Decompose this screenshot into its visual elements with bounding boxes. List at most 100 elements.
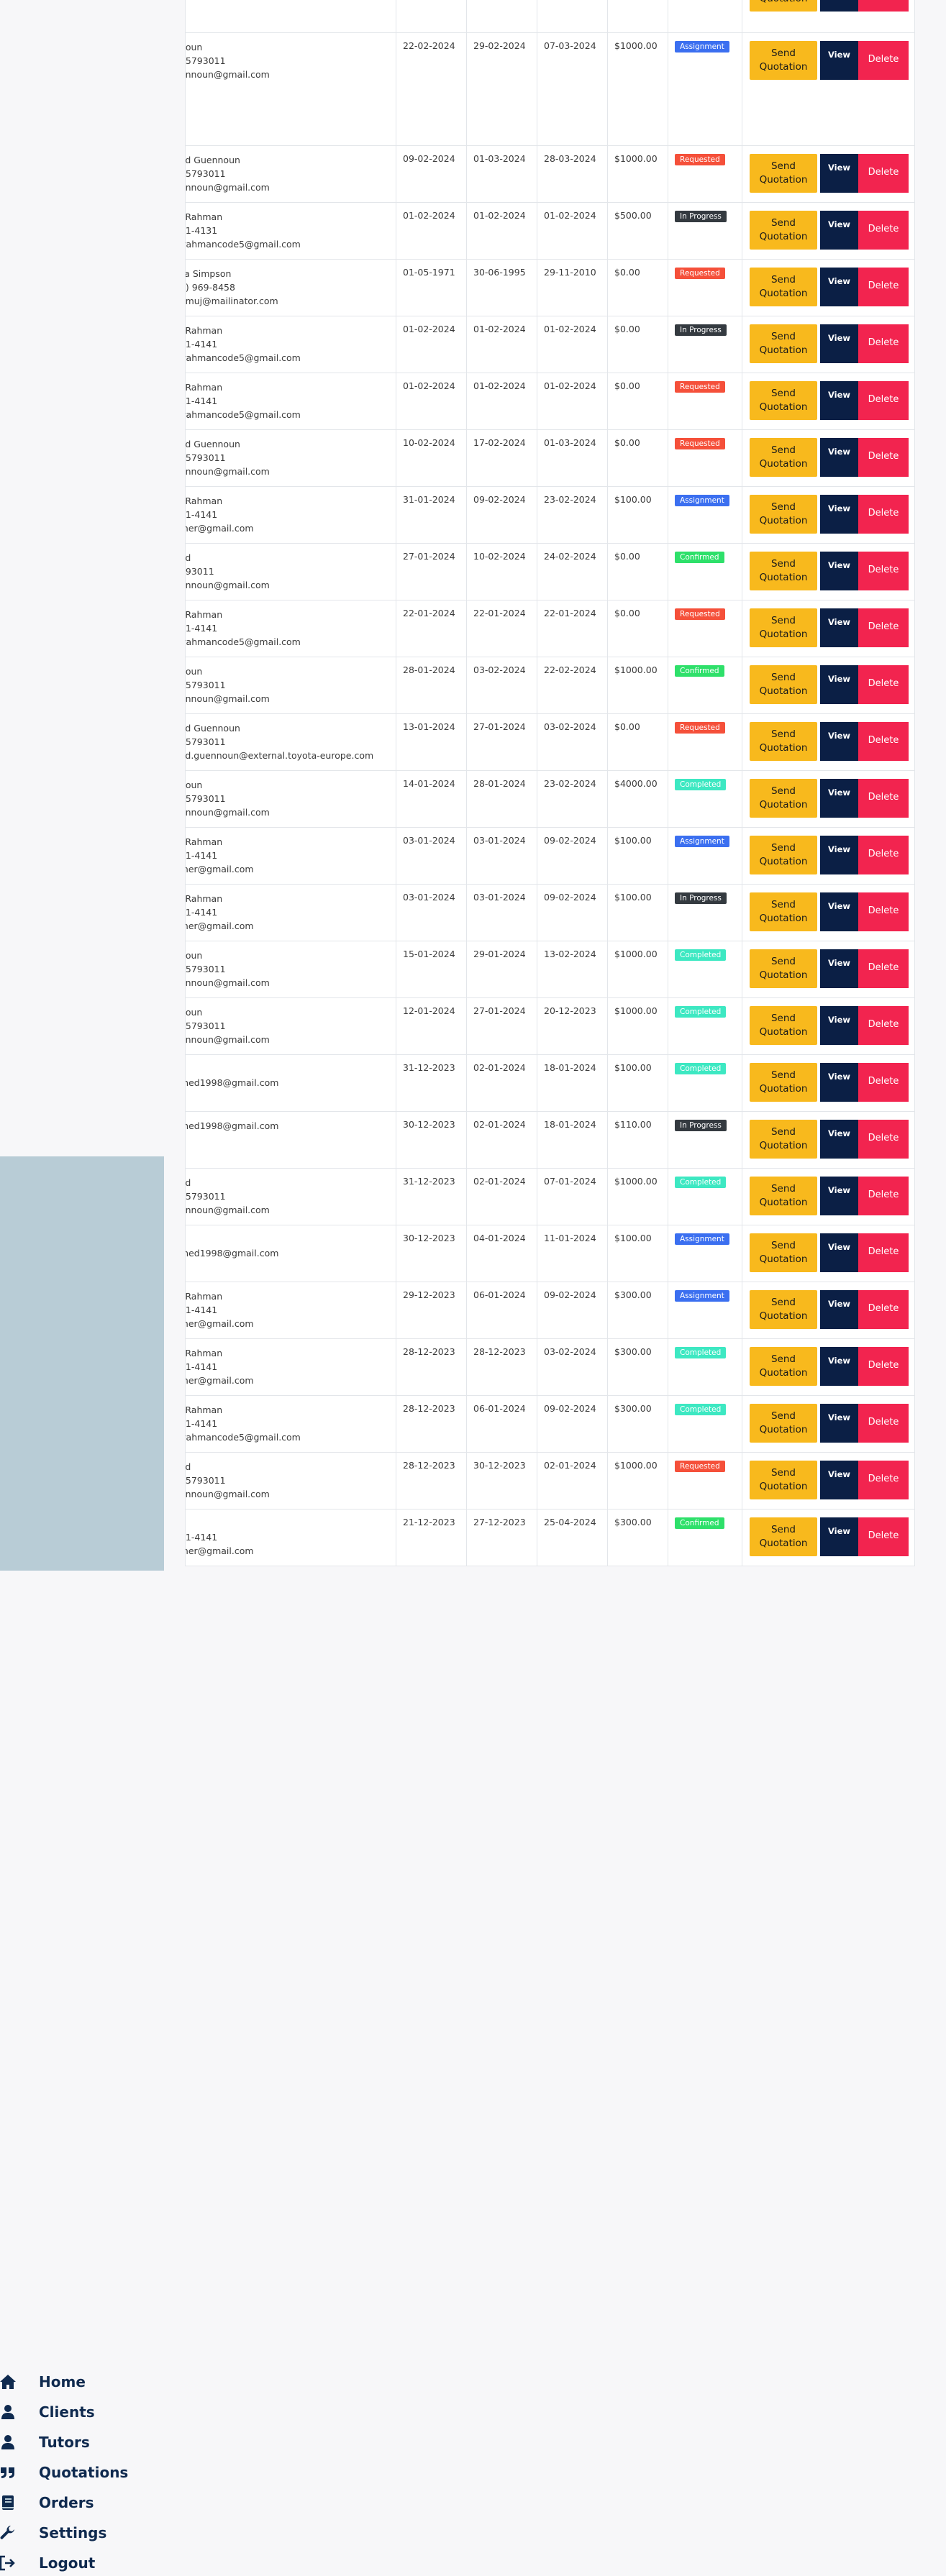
price-cell: $0.00	[607, 713, 668, 771]
delete-button[interactable]: Delete	[858, 41, 909, 80]
delete-button[interactable]: Delete	[858, 268, 909, 306]
send-quotation-button[interactable]: Send Quotation	[750, 665, 817, 704]
view-button[interactable]: View	[820, 1063, 858, 1102]
send-quotation-button[interactable]: Send Quotation	[750, 779, 817, 818]
send-quotation-button[interactable]: Send Quotation	[750, 1347, 817, 1386]
date-cell: 03-01-2024	[396, 827, 467, 885]
sidebar-item-home[interactable]: Home	[0, 2369, 164, 2395]
sidebar-item-clients[interactable]: Clients	[0, 2399, 164, 2425]
delete-button[interactable]: Delete	[858, 1233, 909, 1272]
view-button[interactable]: View	[820, 1006, 858, 1045]
sidebar-item-orders[interactable]: Orders	[0, 2490, 164, 2516]
view-button[interactable]: View	[820, 892, 858, 931]
sidebar-item-quotations[interactable]: Quotations	[0, 2459, 164, 2485]
view-button[interactable]: View	[820, 1233, 858, 1272]
view-button[interactable]: View	[820, 1290, 858, 1329]
view-button[interactable]: View	[820, 1347, 858, 1386]
view-button[interactable]: View	[820, 665, 858, 704]
view-button[interactable]: View	[820, 381, 858, 420]
send-quotation-button[interactable]: Send Quotation	[750, 1290, 817, 1329]
view-button[interactable]: View	[820, 0, 858, 12]
send-quotation-button[interactable]: Send Quotation	[750, 1006, 817, 1045]
delete-button[interactable]: Delete	[858, 1347, 909, 1386]
send-quotation-button[interactable]: Send Quotation	[750, 1461, 817, 1499]
delete-button[interactable]: Delete	[858, 836, 909, 874]
view-button[interactable]: View	[820, 495, 858, 534]
view-button[interactable]: View	[820, 949, 858, 988]
status-badge: In Progress	[675, 324, 727, 336]
send-quotation-button[interactable]: Send Quotation	[750, 268, 817, 306]
sidebar-item-tutors[interactable]: Tutors	[0, 2429, 164, 2455]
view-button[interactable]: View	[820, 608, 858, 647]
send-quotation-button[interactable]: Send Quotation	[750, 1120, 817, 1159]
status-badge: In Progress	[675, 211, 727, 222]
delete-button[interactable]: Delete	[858, 552, 909, 590]
send-quotation-button[interactable]: Send Quotation	[750, 1404, 817, 1443]
view-button[interactable]: View	[820, 1517, 858, 1556]
view-button[interactable]: View	[820, 41, 858, 80]
delete-button[interactable]: Delete	[858, 779, 909, 818]
client-cell: nnoun 785793011 uennoun@gmail.com	[185, 770, 396, 828]
date-cell: 01-02-2024	[396, 316, 467, 373]
delete-button[interactable]: Delete	[858, 1177, 909, 1215]
view-button[interactable]: View	[820, 1120, 858, 1159]
client-phone: 785793011	[185, 1191, 226, 1202]
view-button[interactable]: View	[820, 1177, 858, 1215]
view-button[interactable]: View	[820, 779, 858, 818]
delete-button[interactable]: Delete	[858, 722, 909, 761]
view-button[interactable]: View	[820, 154, 858, 193]
view-button[interactable]: View	[820, 268, 858, 306]
delete-button[interactable]: Delete	[858, 1063, 909, 1102]
view-button[interactable]: View	[820, 836, 858, 874]
client-phone: 331-4141	[185, 850, 218, 861]
home-icon	[0, 2372, 17, 2391]
send-quotation-button[interactable]: Send Quotation	[750, 324, 817, 363]
send-quotation-button[interactable]: Send Quotation	[750, 41, 817, 80]
view-button[interactable]: View	[820, 722, 858, 761]
send-quotation-button[interactable]: Send Quotation	[750, 1063, 817, 1102]
delete-button[interactable]: Delete	[858, 1461, 909, 1499]
send-quotation-button[interactable]: Send Quotation	[750, 1517, 817, 1556]
delete-button[interactable]: Delete	[858, 1404, 909, 1443]
client-cell: nnoun 785793011 uennoun@gmail.com	[185, 32, 396, 146]
send-quotation-button[interactable]: Send Quotation	[750, 949, 817, 988]
delete-button[interactable]: Delete	[858, 892, 909, 931]
sidebar-item-settings[interactable]: Settings	[0, 2520, 164, 2546]
delete-button[interactable]: Delete	[858, 154, 909, 193]
view-button[interactable]: View	[820, 552, 858, 590]
delete-button[interactable]: Delete	[858, 211, 909, 250]
delete-button[interactable]: Delete	[858, 495, 909, 534]
delete-button[interactable]: Delete	[858, 1120, 909, 1159]
delete-button[interactable]: Delete	[858, 381, 909, 420]
send-quotation-button[interactable]: Send Quotation	[750, 1233, 817, 1272]
send-quotation-button[interactable]: Send Quotation	[750, 495, 817, 534]
send-quotation-button[interactable]: Send Quotation	[750, 381, 817, 420]
send-quotation-button[interactable]: Send Quotation	[750, 836, 817, 874]
send-quotation-button[interactable]: Send Quotation	[750, 552, 817, 590]
delete-button[interactable]: Delete	[858, 608, 909, 647]
status-badge: Confirmed	[675, 665, 724, 677]
view-button[interactable]: View	[820, 1461, 858, 1499]
send-quotation-button[interactable]: Send Quotation	[750, 0, 817, 12]
sidebar-item-logout[interactable]: Logout	[0, 2550, 164, 2576]
send-quotation-button[interactable]: Send Quotation	[750, 608, 817, 647]
delete-button[interactable]: Delete	[858, 1517, 909, 1556]
send-quotation-button[interactable]: Send Quotation	[750, 211, 817, 250]
delete-button[interactable]: Delete	[858, 1290, 909, 1329]
date-cell: 09-02-2024	[537, 1395, 608, 1453]
send-quotation-button[interactable]: Send Quotation	[750, 892, 817, 931]
delete-button[interactable]: Delete	[858, 1006, 909, 1045]
send-quotation-button[interactable]: Send Quotation	[750, 154, 817, 193]
view-button[interactable]: View	[820, 211, 858, 250]
view-button[interactable]: View	[820, 324, 858, 363]
view-button[interactable]: View	[820, 1404, 858, 1443]
delete-button[interactable]: Delete	[858, 665, 909, 704]
send-quotation-button[interactable]: Send Quotation	[750, 438, 817, 477]
delete-button[interactable]: Delete	[858, 949, 909, 988]
view-button[interactable]: View	[820, 438, 858, 477]
delete-button[interactable]: Delete	[858, 0, 909, 12]
send-quotation-button[interactable]: Send Quotation	[750, 1177, 817, 1215]
send-quotation-button[interactable]: Send Quotation	[750, 722, 817, 761]
delete-button[interactable]: Delete	[858, 438, 909, 477]
delete-button[interactable]: Delete	[858, 324, 909, 363]
